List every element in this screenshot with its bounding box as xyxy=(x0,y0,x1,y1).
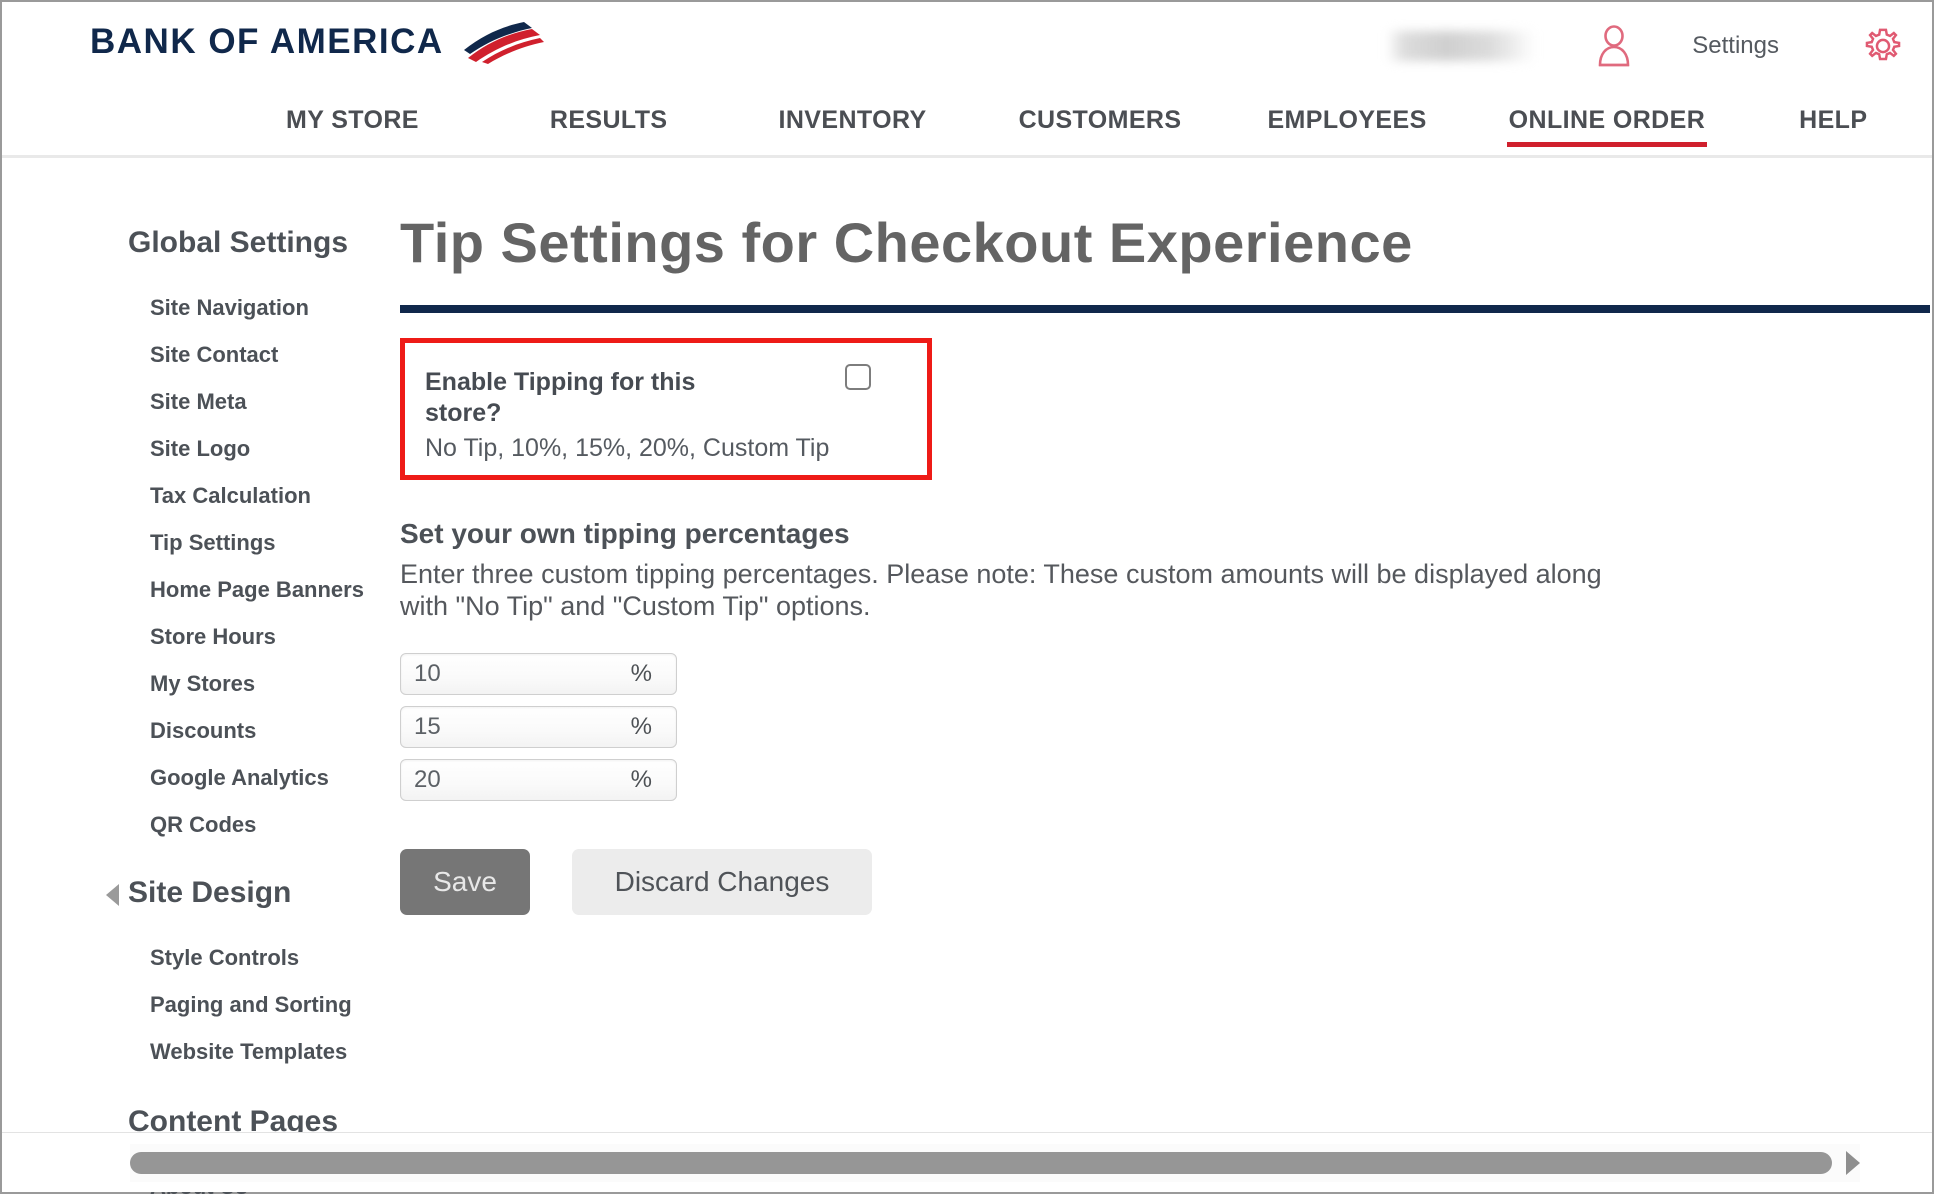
sidebar-item-site-contact[interactable]: Site Contact xyxy=(2,331,382,378)
nav-item-help[interactable]: HELP xyxy=(1797,100,1869,151)
main-panel: Tip Settings for Checkout Experience Ena… xyxy=(400,160,1932,915)
nav-item-online-order[interactable]: ONLINE ORDER xyxy=(1506,100,1708,151)
chevron-right-icon[interactable] xyxy=(1846,1150,1860,1175)
nav-divider xyxy=(2,155,1932,158)
brand-name: BANK OF AMERICA xyxy=(90,22,444,61)
nav-item-my-store[interactable]: MY STORE xyxy=(284,100,421,151)
sidebar-item-google-analytics[interactable]: Google Analytics xyxy=(2,754,382,801)
scrollbar-track[interactable] xyxy=(130,1143,1860,1182)
top-bar-right: Settings xyxy=(1386,2,1932,90)
enable-tipping-checkbox[interactable] xyxy=(845,364,871,390)
enable-tipping-label: Enable Tipping for this store? xyxy=(425,368,696,428)
tip-percent-field-2[interactable]: 15 % xyxy=(400,705,677,748)
scrollbar-thumb[interactable] xyxy=(130,1151,1832,1174)
custom-percentages-heading: Set your own tipping percentages xyxy=(400,518,850,549)
top-bar: BANK OF AMERICA Settings xyxy=(2,2,1932,90)
tip-percent-value-1: 10 xyxy=(414,659,441,687)
tip-percent-value-3: 20 xyxy=(414,765,441,793)
sidebar-group-site-design[interactable]: Site Design xyxy=(2,876,382,910)
enable-tipping-row: Enable Tipping for this store? No Tip, 1… xyxy=(405,343,927,463)
gear-icon[interactable] xyxy=(1864,27,1902,65)
enable-tipping-sublabel: No Tip, 10%, 15%, 20%, Custom Tip xyxy=(425,433,830,462)
sidebar-item-paging-and-sorting[interactable]: Paging and Sorting xyxy=(2,981,382,1028)
sidebar-item-store-hours[interactable]: Store Hours xyxy=(2,613,382,660)
tip-percent-value-2: 15 xyxy=(414,712,441,740)
nav-item-customers[interactable]: CUSTOMERS xyxy=(1017,100,1184,151)
person-icon[interactable] xyxy=(1596,25,1632,67)
content-area: Global Settings Site Navigation Site Con… xyxy=(2,160,1932,1194)
enable-tipping-highlight: Enable Tipping for this store? No Tip, 1… xyxy=(400,338,932,480)
custom-percentage-fields: 10 % 15 % 20 % xyxy=(400,652,1932,801)
form-actions: Save Discard Changes xyxy=(400,848,1932,915)
tip-percent-unit-1: % xyxy=(630,659,652,687)
sidebar-item-my-stores[interactable]: My Stores xyxy=(2,660,382,707)
sidebar-group-site-design-label: Site Design xyxy=(128,876,292,909)
nav-item-inventory[interactable]: INVENTORY xyxy=(777,100,929,151)
sidebar-item-discounts[interactable]: Discounts xyxy=(2,707,382,754)
sidebar-item-tax-calculation[interactable]: Tax Calculation xyxy=(2,472,382,519)
sidebar-item-home-page-banners[interactable]: Home Page Banners xyxy=(2,566,382,613)
title-divider xyxy=(400,305,1930,313)
save-button[interactable]: Save xyxy=(400,848,530,915)
sidebar-item-qr-codes[interactable]: QR Codes xyxy=(2,801,382,848)
tip-percent-unit-2: % xyxy=(630,712,652,740)
horizontal-scrollbar[interactable] xyxy=(2,1132,1932,1192)
user-name-masked xyxy=(1386,31,1537,61)
sidebar-item-tip-settings[interactable]: Tip Settings xyxy=(2,519,382,566)
tip-percent-field-1[interactable]: 10 % xyxy=(400,652,677,695)
app-window: BANK OF AMERICA Settings MY STORE RESULT… xyxy=(0,0,1934,1194)
sidebar-item-site-navigation[interactable]: Site Navigation xyxy=(2,284,382,331)
tip-percent-unit-3: % xyxy=(630,765,652,793)
sidebar-item-site-meta[interactable]: Site Meta xyxy=(2,378,382,425)
bofa-flag-icon xyxy=(463,22,544,64)
custom-percentages-description: Enter three custom tipping percentages. … xyxy=(400,559,1602,621)
tip-percent-field-3[interactable]: 20 % xyxy=(400,758,677,801)
chevron-left-icon[interactable] xyxy=(106,884,119,906)
sidebar-group-global-settings: Global Settings xyxy=(128,226,349,259)
nav-item-employees[interactable]: EMPLOYEES xyxy=(1265,100,1428,151)
main-nav: MY STORE RESULTS INVENTORY CUSTOMERS EMP… xyxy=(2,90,1932,158)
sidebar-item-website-templates[interactable]: Website Templates xyxy=(2,1028,382,1075)
nav-item-results[interactable]: RESULTS xyxy=(548,100,670,151)
sidebar-item-site-logo[interactable]: Site Logo xyxy=(2,425,382,472)
settings-link[interactable]: Settings xyxy=(1692,32,1779,60)
page-title: Tip Settings for Checkout Experience xyxy=(400,211,1413,274)
brand-logo[interactable]: BANK OF AMERICA xyxy=(90,20,546,64)
discard-changes-button[interactable]: Discard Changes xyxy=(572,848,872,915)
sidebar: Global Settings Site Navigation Site Con… xyxy=(2,160,382,1194)
sidebar-item-style-controls[interactable]: Style Controls xyxy=(2,934,382,981)
